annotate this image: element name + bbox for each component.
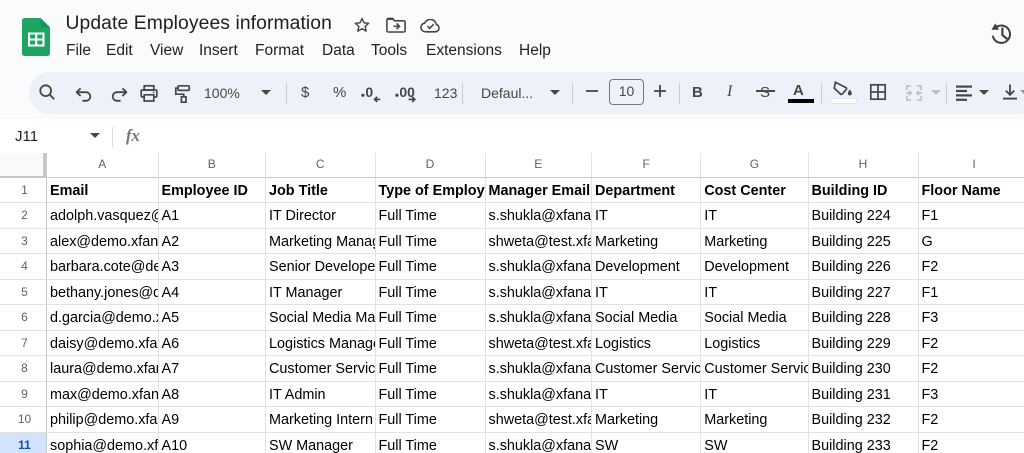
svg-text:0: 0 [365, 84, 373, 100]
